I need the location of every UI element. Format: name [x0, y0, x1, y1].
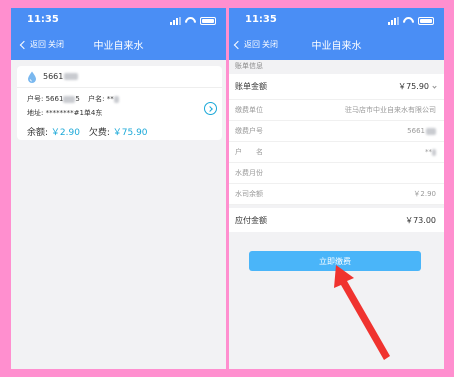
- battery-icon: [418, 17, 434, 25]
- payable-amount-row: 应付金额 ￥73.00: [229, 208, 444, 232]
- wifi-icon: [403, 17, 414, 25]
- bill-amount-row[interactable]: 账单金额 ￥75.90: [229, 74, 444, 100]
- bill-amount-value: ￥75.90: [398, 82, 429, 91]
- redacted-payment-account: [426, 127, 436, 135]
- water-month-row: 水费月份: [229, 163, 444, 184]
- redacted-account-id: [64, 73, 79, 80]
- address-value: ********#1单4东: [45, 109, 103, 117]
- company-balance-value: ￥2.90: [413, 190, 436, 198]
- account-card-header: 5661: [17, 66, 222, 88]
- signal-icon: [388, 17, 399, 25]
- balance-row: 余额: ￥2.90 欠费: ￥75.90: [27, 125, 148, 138]
- pay-now-button[interactable]: 立即缴费: [249, 251, 421, 271]
- household-no-suffix: 5: [75, 95, 80, 103]
- phone-screen-right: 11:35 返回 关闭 中业自来水 账单信息 账单金额 ￥75.90 缴费单位 …: [229, 8, 444, 369]
- nav-bar: 返回 关闭 中业自来水: [11, 34, 226, 60]
- chevron-down-icon: [432, 84, 437, 89]
- account-name-label: 户 名: [235, 148, 263, 156]
- status-time: 11:35: [27, 14, 59, 25]
- phone-screen-left: 11:35 返回 关闭 中业自来水 5661 户号: 5661 5 户名: **…: [11, 8, 226, 369]
- payment-account-label: 缴费户号: [235, 127, 263, 135]
- name-value: **: [106, 95, 114, 103]
- header-bar: 11:35 返回 关闭 中业自来水: [11, 8, 226, 60]
- header-bar: 11:35 返回 关闭 中业自来水: [229, 8, 444, 60]
- status-bar: 11:35: [11, 8, 226, 34]
- signal-icon: [170, 17, 181, 25]
- balance-label: 余额:: [27, 128, 49, 138]
- bill-amount-label: 账单金额: [235, 82, 267, 91]
- payment-account-value: 5661: [407, 127, 425, 135]
- payable-label: 应付金额: [235, 215, 267, 225]
- page-title: 中业自来水: [93, 41, 144, 52]
- account-card[interactable]: 5661 户号: 5661 5 户名: ** 地址: ********#1单4东 …: [17, 66, 222, 140]
- water-drop-icon: [28, 71, 36, 83]
- status-time: 11:35: [245, 14, 277, 25]
- system-icons: [388, 17, 434, 25]
- arrears-value: ￥75.90: [112, 128, 148, 138]
- payee-unit-value: 驻马店市中业自来水有限公司: [345, 106, 436, 114]
- company-balance-label: 水司余额: [235, 190, 263, 198]
- chevron-right-icon: [207, 105, 213, 112]
- account-detail-button[interactable]: [204, 102, 217, 115]
- account-name-row: 户 名 **: [229, 142, 444, 163]
- account-name-value: **: [425, 148, 432, 156]
- redacted-account-name: [432, 148, 436, 156]
- redacted-name: [113, 95, 119, 103]
- address-label: 地址:: [27, 109, 44, 117]
- wifi-icon: [185, 17, 196, 25]
- name-label: 户名:: [88, 95, 105, 103]
- payee-unit-label: 缴费单位: [235, 106, 263, 114]
- redacted-household-no: [63, 95, 76, 103]
- household-no-value: 5661: [45, 95, 64, 103]
- bill-section-title: 账单信息: [235, 62, 263, 70]
- battery-icon: [200, 17, 216, 25]
- payable-value: ￥73.00: [405, 215, 436, 225]
- household-row: 户号: 5661 5 户名: **: [27, 94, 119, 104]
- household-no-label: 户号:: [27, 95, 44, 103]
- payee-unit-row: 缴费单位 驻马店市中业自来水有限公司: [229, 100, 444, 121]
- page-title: 中业自来水: [311, 41, 362, 52]
- payment-account-row: 缴费户号 5661: [229, 121, 444, 142]
- status-bar: 11:35: [229, 8, 444, 34]
- nav-bar: 返回 关闭 中业自来水: [229, 34, 444, 60]
- account-id: 5661: [43, 72, 64, 81]
- address-row: 地址: ********#1单4东: [27, 108, 102, 118]
- balance-value: ￥2.90: [50, 128, 80, 138]
- arrears-label: 欠费:: [88, 128, 110, 138]
- water-month-label: 水费月份: [235, 169, 263, 177]
- bill-detail-list: 账单金额 ￥75.90 缴费单位 驻马店市中业自来水有限公司 缴费户号 5661…: [229, 74, 444, 205]
- system-icons: [170, 17, 216, 25]
- company-balance-row: 水司余额 ￥2.90: [229, 184, 444, 205]
